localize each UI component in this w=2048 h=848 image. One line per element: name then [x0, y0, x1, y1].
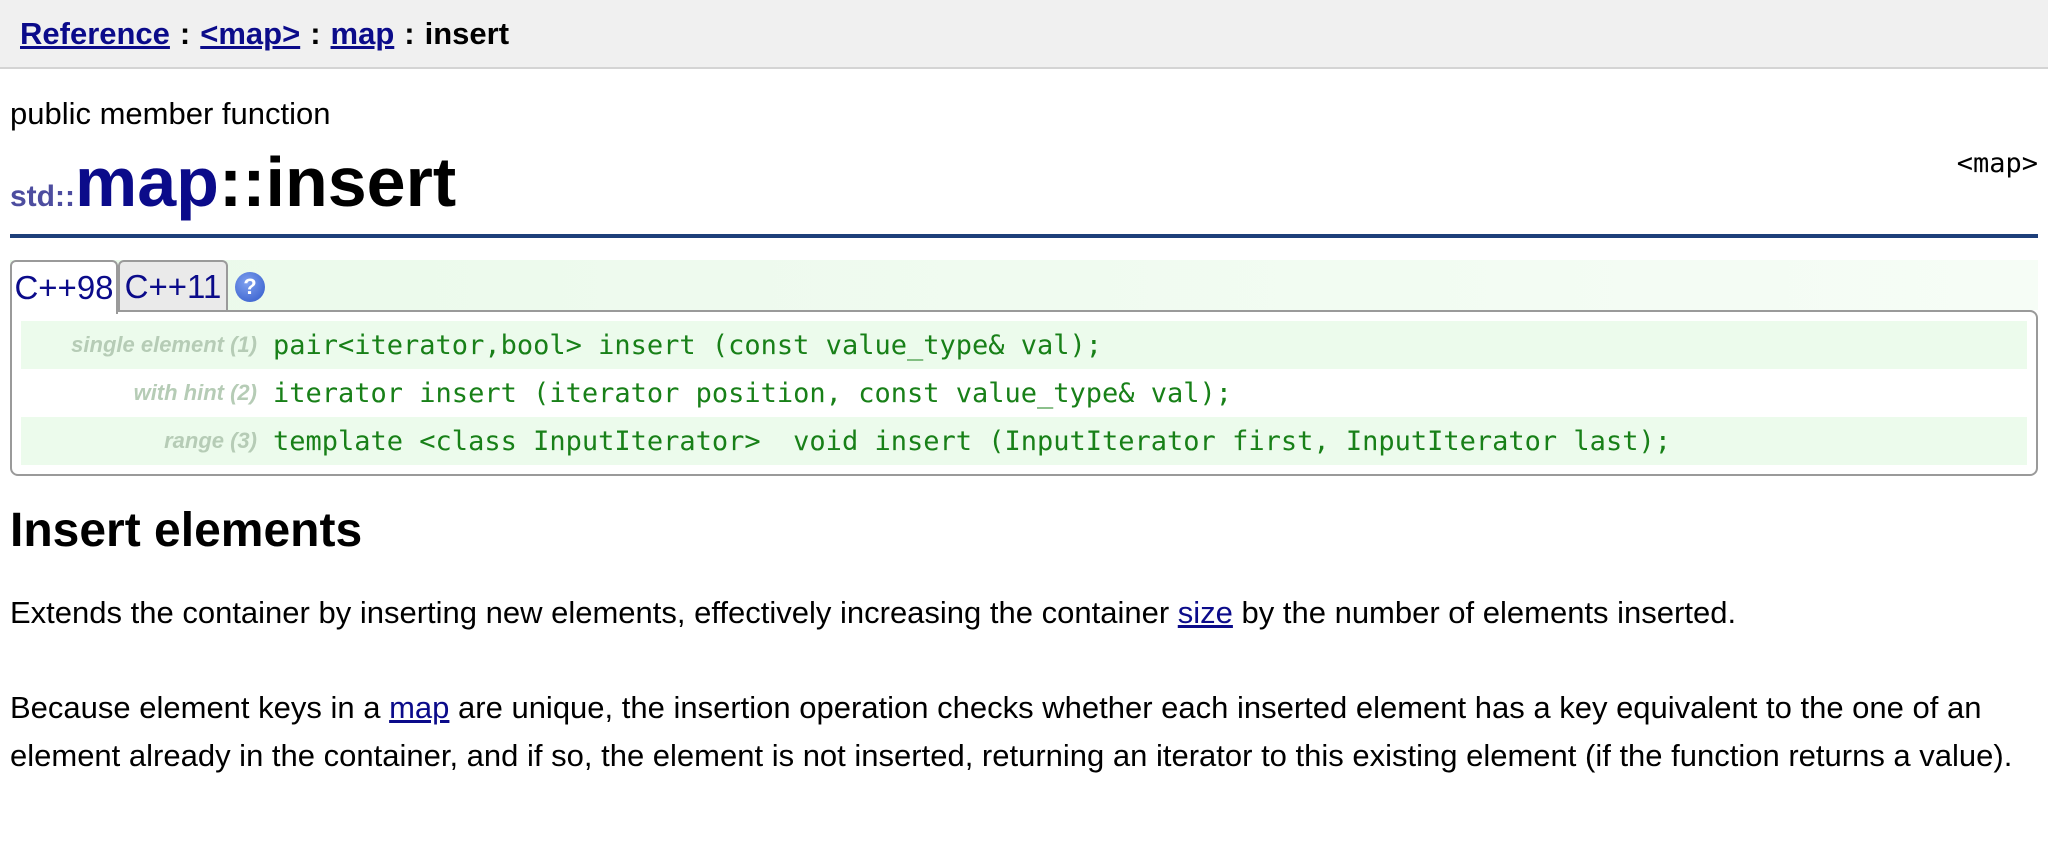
declaration-row: single element (1) pair<iterator,bool> i…	[21, 321, 2027, 369]
member-type-label: public member function	[10, 96, 331, 131]
declaration-label: with hint (2)	[133, 380, 257, 405]
tabs-strip	[10, 260, 2038, 310]
tab-cpp11[interactable]: C++11	[118, 260, 228, 312]
breadcrumb-current: insert	[424, 15, 510, 51]
title-function: insert	[265, 143, 457, 221]
declarations-box: single element (1) pair<iterator,bool> i…	[10, 310, 2038, 476]
breadcrumb-link-reference[interactable]: Reference	[20, 16, 170, 52]
page-title: std::map::insert	[10, 142, 456, 222]
paragraph-text: by the number of elements inserted.	[1232, 595, 1737, 630]
title-divider	[10, 234, 2038, 238]
title-separator: ::	[218, 143, 266, 221]
description-paragraph-1: Extends the container by inserting new e…	[10, 589, 2038, 637]
breadcrumb: Reference : <map> : map : insert	[0, 0, 2048, 69]
breadcrumb-separator: :	[404, 15, 415, 51]
declaration-label: single element (1)	[71, 332, 257, 357]
paragraph-text: Because element keys in a	[10, 690, 390, 725]
declaration-code: pair<iterator,bool> insert (const value_…	[273, 329, 1103, 361]
size-link[interactable]: size	[1178, 595, 1233, 630]
title-class: map	[74, 143, 219, 221]
declaration-label: range (3)	[164, 428, 257, 453]
breadcrumb-link-map-header[interactable]: <map>	[200, 16, 300, 52]
declaration-code: template <class InputIterator> void inse…	[273, 425, 1671, 457]
description-paragraph-2: Because element keys in a map are unique…	[10, 684, 2038, 780]
question-mark-icon[interactable]: ?	[235, 272, 265, 302]
breadcrumb-link-map[interactable]: map	[331, 16, 395, 52]
breadcrumb-separator: :	[179, 15, 191, 51]
declaration-row: range (3) template <class InputIterator>…	[21, 417, 2027, 465]
declaration-row: with hint (2) iterator insert (iterator …	[21, 369, 2027, 417]
title-namespace: std::	[10, 180, 75, 213]
header-reference: <map>	[1956, 148, 2038, 179]
paragraph-text: Extends the container by inserting new e…	[10, 595, 1178, 630]
map-link[interactable]: map	[389, 690, 449, 725]
breadcrumb-separator: :	[310, 15, 321, 51]
section-heading: Insert elements	[10, 504, 363, 557]
tab-cpp98[interactable]: C++98	[10, 260, 118, 314]
declaration-code: iterator insert (iterator position, cons…	[273, 377, 1233, 409]
